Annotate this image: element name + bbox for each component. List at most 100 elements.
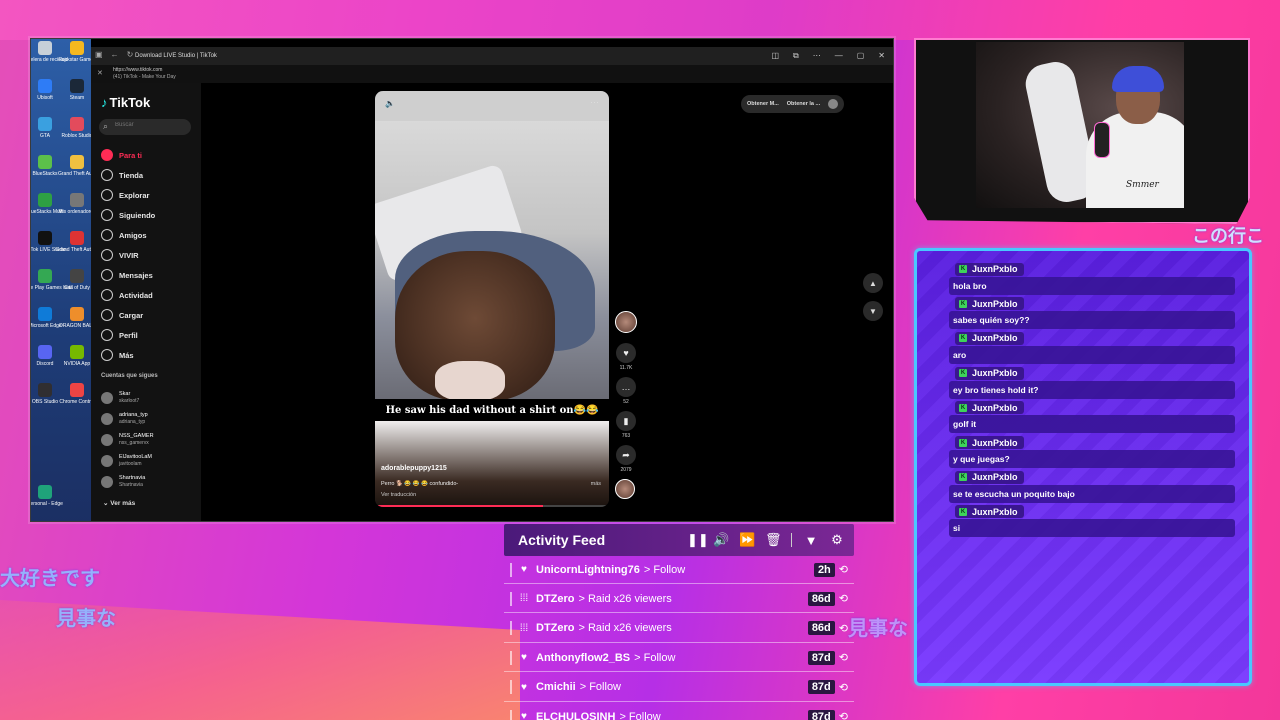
desktop-icon[interactable]: Personal - Edge: [31, 485, 63, 507]
replay-icon[interactable]: ⟲: [839, 563, 848, 576]
see-more-link[interactable]: ⌄ Ver más: [103, 499, 135, 507]
sidebar-toggle-icon[interactable]: ▣: [95, 50, 103, 59]
more-icon[interactable]: ⋯: [813, 51, 821, 61]
activity-feed-row[interactable]: ⁞⁞⁞ DTZero > Raid x26 viewers 86d ⟲: [504, 585, 854, 614]
replay-icon[interactable]: ⟲: [839, 592, 848, 605]
skip-icon[interactable]: ⏩: [739, 532, 755, 548]
video-more-link[interactable]: más: [591, 481, 601, 487]
see-translation-link[interactable]: Ver traducción: [381, 492, 416, 498]
desktop-icon[interactable]: Discord: [31, 345, 59, 367]
sidebar-item-cargar[interactable]: Cargar: [101, 305, 155, 325]
get-desktop-button[interactable]: Obtener la ...: [787, 101, 820, 107]
activity-feed-row[interactable]: ♥ ELCHULOSINH > Follow 87d ⟲: [504, 703, 854, 720]
extensions-icon[interactable]: ⧉: [793, 51, 799, 61]
chat-username-pill[interactable]: K JuxnPxblo: [955, 366, 1024, 380]
desktop-icon[interactable]: BlueStacks: [31, 155, 59, 177]
chat-username-pill[interactable]: K JuxnPxblo: [955, 436, 1024, 449]
profile-avatar[interactable]: [828, 99, 839, 109]
activity-feed-row[interactable]: ♥ Cmichii > Follow 87d ⟲: [504, 674, 854, 702]
chevron-up-icon[interactable]: ▲: [863, 273, 883, 293]
split-view-icon[interactable]: ◫: [771, 51, 779, 61]
video-username[interactable]: adorablepuppy1215: [381, 465, 447, 472]
chat-username-pill[interactable]: K JuxnPxblo: [955, 297, 1024, 311]
desktop-icon[interactable]: OBS Studio: [31, 383, 59, 405]
more-options-icon[interactable]: ⋯: [590, 97, 599, 108]
browser-tab-title[interactable]: Download LIVE Studio | TikTok: [135, 53, 217, 59]
mute-icon[interactable]: 🔈: [385, 99, 395, 108]
back-icon[interactable]: ←: [111, 50, 119, 59]
following-account[interactable]: Skar skarloot7: [101, 387, 154, 408]
desktop-icon[interactable]: Papelera de reciclaje: [31, 41, 68, 63]
activity-feed-row[interactable]: ♥ UnicornLightning76 > Follow 2h ⟲: [504, 556, 854, 584]
desktop-icon[interactable]: BlueStacks Multi: [31, 193, 63, 215]
filter-icon[interactable]: ▼: [804, 533, 818, 548]
search-input[interactable]: [115, 122, 185, 128]
get-app-button[interactable]: Obtener M...: [747, 101, 779, 107]
maximize-icon[interactable]: ▢: [857, 51, 865, 61]
replay-icon[interactable]: ⟲: [839, 622, 848, 635]
desktop-icon[interactable]: Grand Theft Auto: [58, 155, 96, 177]
desktop-icon[interactable]: Microsoft Edge: [31, 307, 62, 329]
activity-feed-row[interactable]: ⁞⁞⁞ DTZero > Raid x26 viewers 86d ⟲: [504, 615, 854, 643]
tiktok-logo[interactable]: ♪ TikTok: [101, 95, 150, 110]
comment-icon[interactable]: …: [616, 377, 636, 397]
address-bar[interactable]: ✕ https://www.tiktok.com (41) TikTok - M…: [91, 65, 893, 83]
sidebar-item-actividad[interactable]: Actividad: [101, 285, 155, 305]
sidebar-item-explorar[interactable]: Explorar: [101, 185, 155, 205]
search-box[interactable]: ⌕: [99, 119, 191, 135]
reload-icon[interactable]: ↻: [127, 50, 134, 59]
chevron-down-icon[interactable]: ▼: [863, 301, 883, 321]
desktop-icon[interactable]: GTA: [31, 117, 59, 139]
desktop-icon[interactable]: Chrome Control: [59, 383, 95, 405]
close-icon[interactable]: ✕: [878, 51, 885, 61]
following-account[interactable]: adriana_typ adriana_typ: [101, 408, 154, 429]
heart-icon[interactable]: ♥: [616, 343, 636, 363]
chat-username-pill[interactable]: K JuxnPxblo: [955, 470, 1024, 484]
replay-icon[interactable]: ⟲: [839, 681, 848, 694]
desktop-icon[interactable]: Ubisoft: [31, 79, 59, 101]
replay-icon[interactable]: ⟲: [839, 710, 848, 720]
volume-icon[interactable]: 🔊: [713, 532, 729, 548]
sidebar-item-amigos[interactable]: Amigos: [101, 225, 155, 245]
sidebar-item-vivir[interactable]: VIVIR: [101, 245, 155, 265]
desktop-icon[interactable]: Mis ordenadores: [58, 193, 96, 215]
bookmark-action[interactable]: ▮ 763: [615, 411, 637, 439]
sidebar-item-mensajes[interactable]: Mensajes: [101, 265, 155, 285]
desktop-icon[interactable]: Steam: [63, 79, 91, 101]
delete-icon[interactable]: 🗑: [765, 532, 782, 548]
desktop-icon[interactable]: NVIDIA App: [63, 345, 91, 367]
following-account[interactable]: Shartnavia Shartnavia: [101, 471, 154, 492]
creator-avatar[interactable]: [615, 311, 637, 333]
close-icon[interactable]: ✕: [97, 69, 103, 77]
desktop-icon[interactable]: Call of Duty: [63, 269, 91, 291]
video-player[interactable]: 🔈 ⋯ He saw his dad without a shirt on😂😂 …: [375, 91, 609, 507]
video-progress-bar[interactable]: [375, 505, 609, 507]
sidebar-item-más[interactable]: Más: [101, 345, 155, 365]
sound-avatar[interactable]: [615, 479, 635, 499]
sidebar-item-tienda[interactable]: Tienda: [101, 165, 155, 185]
chat-username-pill[interactable]: K JuxnPxblo: [955, 505, 1024, 519]
desktop-icon[interactable]: Rockstar Games: [58, 41, 96, 63]
desktop-icon[interactable]: Google Play Games beta: [31, 269, 73, 291]
following-account[interactable]: ElJavitooLaM javitoolam: [101, 450, 154, 471]
minimize-icon[interactable]: —: [835, 51, 843, 61]
desktop-icon[interactable]: DRAGON BALL: [59, 307, 95, 329]
bookmark-icon[interactable]: ▮: [616, 411, 636, 431]
sidebar-item-siguiendo[interactable]: Siguiendo: [101, 205, 155, 225]
settings-icon[interactable]: ⚙: [830, 532, 844, 548]
following-account[interactable]: NSS_GAMER nss_gamervx: [101, 429, 154, 450]
address-url[interactable]: https://www.tiktok.com: [113, 67, 162, 73]
sidebar-item-perfil[interactable]: Perfil: [101, 325, 155, 345]
sidebar-item-para-ti[interactable]: Para ti: [101, 145, 155, 165]
pause-icon[interactable]: ❚❚: [687, 532, 709, 548]
replay-icon[interactable]: ⟲: [839, 651, 848, 664]
desktop-icon[interactable]: Grand Theft Auto V: [56, 231, 98, 253]
activity-feed-row[interactable]: ♥ Anthonyflow2_BS > Follow 87d ⟲: [504, 644, 854, 673]
chat-username-pill[interactable]: K JuxnPxblo: [955, 262, 1024, 276]
chat-username-pill[interactable]: K JuxnPxblo: [955, 401, 1024, 415]
desktop-icon[interactable]: Roblox Studio: [61, 117, 93, 139]
share-action[interactable]: ➦ 2079: [615, 445, 637, 473]
chat-username-pill[interactable]: K JuxnPxblo: [955, 331, 1024, 345]
share-icon[interactable]: ➦: [616, 445, 636, 465]
comment-action[interactable]: … 52: [615, 377, 637, 405]
